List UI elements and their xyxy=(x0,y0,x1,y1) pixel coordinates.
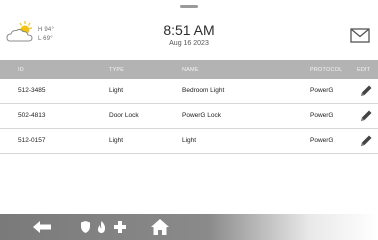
device-name: Light xyxy=(182,137,197,144)
table-row[interactable]: 512-3485 Light Bedroom Light PowerG xyxy=(0,79,378,104)
table-row[interactable]: 502-4813 Door Lock PowerG Lock PowerG xyxy=(0,104,378,129)
header-bar: H 94° L 69° 8:51 AM Aug 16 2023 xyxy=(0,0,378,60)
clock-time: 8:51 AM xyxy=(163,22,215,38)
column-header-id: ID xyxy=(18,67,24,73)
fire-icon[interactable] xyxy=(96,220,107,234)
device-protocol: PowerG xyxy=(310,87,334,94)
column-header-edit: EDIT xyxy=(357,67,371,73)
table-row[interactable]: 512-0157 Light Light PowerG xyxy=(0,129,378,154)
device-name: Bedroom Light xyxy=(182,87,225,94)
pencil-icon[interactable] xyxy=(359,84,373,98)
clock-date: Aug 16 2023 xyxy=(169,40,209,47)
device-protocol: PowerG xyxy=(310,112,334,119)
home-icon[interactable] xyxy=(150,218,170,236)
shield-icon[interactable] xyxy=(80,220,91,234)
pull-down-handle[interactable] xyxy=(180,5,198,8)
device-id: 512-3485 xyxy=(18,87,46,94)
column-header-type: TYPE xyxy=(109,67,125,73)
bottom-nav-bar xyxy=(0,214,378,240)
table-header: ID TYPE NAME PROTOCOL EDIT xyxy=(0,60,378,79)
device-name: PowerG Lock xyxy=(182,112,222,119)
device-type: Door Lock xyxy=(109,112,139,119)
column-header-name: NAME xyxy=(182,67,199,73)
device-protocol: PowerG xyxy=(310,137,334,144)
device-id: 502-4813 xyxy=(18,112,46,119)
pencil-icon[interactable] xyxy=(359,109,373,123)
device-type: Light xyxy=(109,87,124,94)
envelope-icon[interactable] xyxy=(350,28,370,43)
column-header-protocol: PROTOCOL xyxy=(310,67,343,73)
pencil-icon[interactable] xyxy=(359,134,373,148)
back-arrow-icon[interactable] xyxy=(32,220,52,234)
medical-cross-icon[interactable] xyxy=(113,220,127,234)
device-type: Light xyxy=(109,137,124,144)
device-id: 512-0157 xyxy=(18,137,46,144)
